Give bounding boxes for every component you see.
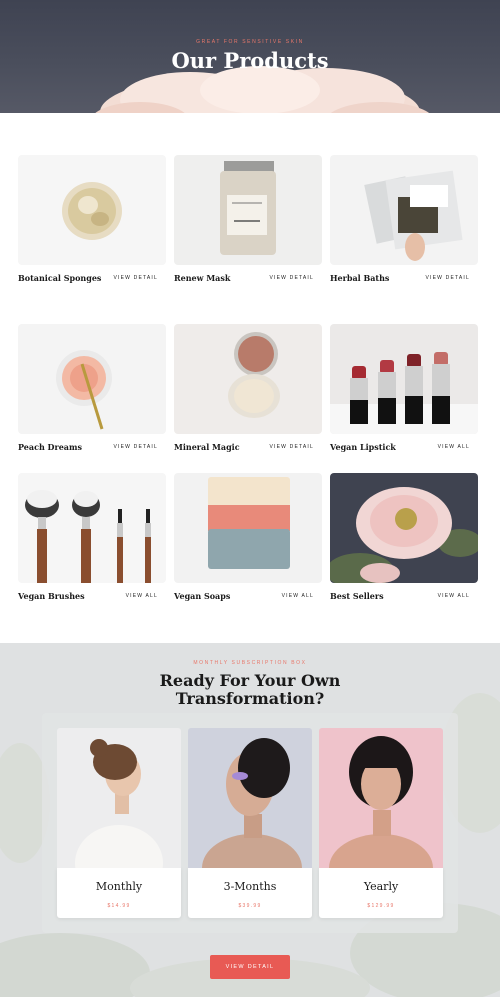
product-name: Best Sellers (330, 591, 384, 601)
view-all-link[interactable]: View All (126, 593, 158, 599)
view-detail-link[interactable]: View Detail (113, 275, 158, 281)
product-name: Vegan Soaps (174, 591, 231, 601)
plan-title: Yearly (363, 880, 399, 893)
view-detail-link[interactable]: View Detail (269, 444, 314, 450)
product-name: Mineral Magic (174, 442, 240, 452)
plan-title: Monthly (95, 880, 143, 893)
subscription-section: Monthly subscription box Ready For Your … (0, 643, 500, 997)
product-name: Vegan Lipstick (330, 442, 396, 452)
plan-photo (57, 728, 181, 868)
plan-photo (319, 728, 443, 868)
lipsticks-image (330, 324, 478, 434)
soap-bar-image (174, 473, 322, 583)
woman-bangs-pink-image (319, 728, 443, 868)
product-image[interactable] (18, 324, 166, 434)
product-card[interactable]: Renew Mask View Detail (174, 155, 322, 283)
plan-card-monthly[interactable]: Monthly $14.99 (57, 728, 181, 918)
product-image[interactable] (174, 155, 322, 265)
product-image[interactable] (330, 324, 478, 434)
plan-card-3-months[interactable]: 3-Months $39.99 (188, 728, 312, 918)
plan-price: $14.99 (107, 903, 131, 909)
product-grid: Botanical Sponges View Detail Renew Mask… (0, 113, 500, 643)
view-detail-button[interactable]: View Detail (210, 955, 290, 979)
view-all-link[interactable]: View All (438, 444, 470, 450)
product-name: Botanical Sponges (18, 273, 102, 283)
page-title: Our Products (171, 48, 329, 73)
plan-price: $129.99 (367, 903, 395, 909)
product-name: Vegan Brushes (18, 591, 85, 601)
product-image[interactable] (174, 324, 322, 434)
plan-card-yearly[interactable]: Yearly $129.99 (319, 728, 443, 918)
plan-photo (188, 728, 312, 868)
view-detail-link[interactable]: View Detail (113, 444, 158, 450)
woman-side-profile-image (57, 728, 181, 868)
mask-jar-image (174, 155, 322, 265)
herb-bag-image (330, 155, 478, 265)
product-card[interactable]: Mineral Magic View Detail (174, 324, 322, 452)
product-card[interactable]: Best Sellers View All (330, 473, 478, 601)
product-card[interactable]: Herbal Baths View Detail (330, 155, 478, 283)
subscription-title: Ready For Your Own Transformation? (159, 671, 341, 708)
hero-banner: Great for sensitive skin Our Products (0, 0, 500, 113)
plan-title: 3-Months (223, 880, 277, 893)
product-card[interactable]: Peach Dreams View Detail (18, 324, 166, 452)
view-detail-link[interactable]: View Detail (269, 275, 314, 281)
product-name: Renew Mask (174, 273, 231, 283)
brushes-image (18, 473, 166, 583)
plan-price: $39.99 (238, 903, 262, 909)
product-card[interactable]: Vegan Soaps View All (174, 473, 322, 601)
product-image[interactable] (18, 473, 166, 583)
product-image[interactable] (18, 155, 166, 265)
product-name: Herbal Baths (330, 273, 390, 283)
hero-eyebrow: Great for sensitive skin (196, 39, 304, 45)
peony-image (330, 473, 478, 583)
view-detail-link[interactable]: View Detail (425, 275, 470, 281)
product-name: Peach Dreams (18, 442, 82, 452)
product-image[interactable] (174, 473, 322, 583)
woman-purple-eyeshadow-image (188, 728, 312, 868)
loofah-sponge-image (18, 155, 166, 265)
subscription-eyebrow: Monthly subscription box (193, 660, 307, 666)
view-all-link[interactable]: View All (282, 593, 314, 599)
product-card[interactable]: Vegan Lipstick View All (330, 324, 478, 452)
blush-pot-image (18, 324, 166, 434)
product-card[interactable]: Vegan Brushes View All (18, 473, 166, 601)
product-image[interactable] (330, 155, 478, 265)
view-all-link[interactable]: View All (438, 593, 470, 599)
compact-mirror-image (174, 324, 322, 434)
product-card[interactable]: Botanical Sponges View Detail (18, 155, 166, 283)
product-image[interactable] (330, 473, 478, 583)
